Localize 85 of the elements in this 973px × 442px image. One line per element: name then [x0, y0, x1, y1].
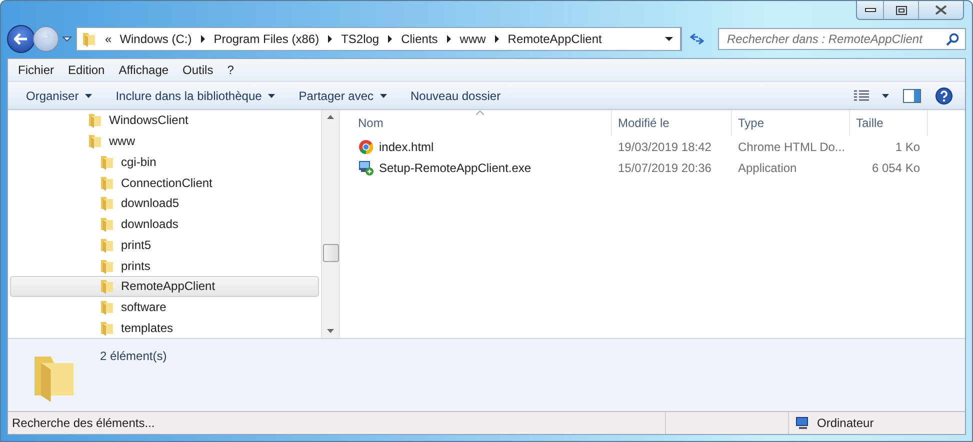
forward-arrow-icon	[39, 33, 53, 45]
location-label: Ordinateur	[817, 416, 874, 430]
tree-item[interactable]: print5	[10, 234, 319, 256]
browser-icon	[358, 138, 374, 154]
folder-icon	[99, 320, 115, 336]
back-arrow-icon	[14, 33, 28, 45]
table-cell-text: 15/07/2019 20:36	[617, 160, 712, 174]
item-count: 2 élément(s)	[100, 349, 167, 363]
maximize-icon	[896, 6, 906, 14]
tree-item[interactable]: downloads	[10, 214, 319, 234]
address-bar[interactable]: « Windows (C:) Program Files (x86) TS2log Clients www RemoteAppClient	[76, 27, 682, 51]
tree-item[interactable]: prints	[10, 255, 319, 276]
preview-pane-icon[interactable]	[903, 88, 921, 102]
menu-item[interactable]: Outils	[182, 63, 214, 77]
close-icon	[935, 5, 947, 15]
tree-item[interactable]: cgi-bin	[10, 151, 319, 172]
file-name: Setup-RemoteAppClient.exe	[379, 160, 532, 174]
search-icon	[946, 32, 959, 46]
tree-item[interactable]: WindowsClient	[10, 110, 319, 131]
tree-item[interactable]: templates	[10, 317, 319, 338]
scrollbar[interactable]	[321, 110, 339, 338]
column-header[interactable]: Modifié le	[612, 110, 732, 136]
installer-icon	[358, 160, 374, 176]
history-caret-icon[interactable]	[62, 36, 72, 42]
help-icon[interactable]	[935, 86, 953, 104]
breadcrumb-arrow-icon[interactable]	[387, 35, 394, 43]
file-row[interactable]: Setup-RemoteAppClient.exe 15/07/2019 20:36 Application 6 054 Ko	[352, 157, 965, 178]
table-cell-text: 19/03/2019 18:42	[617, 140, 712, 154]
menu-item[interactable]: Affichage	[118, 63, 169, 77]
table-cell-text: 6 054 Ko	[870, 160, 921, 174]
back-button[interactable]	[7, 25, 35, 53]
search-field[interactable]: Rechercher dans : RemoteAppClient	[718, 28, 966, 50]
folder-icon	[99, 258, 115, 274]
scroll-down-icon[interactable]	[327, 329, 334, 333]
overflow-chevron[interactable]: «	[105, 32, 112, 46]
tree-item[interactable]: ConnectionClient	[10, 172, 319, 193]
table-cell-text: 1 Ko	[894, 140, 921, 154]
folder-icon	[99, 195, 115, 212]
toolbar-button[interactable]: Nouveau dossier	[398, 84, 513, 108]
menu-item[interactable]: Edition	[68, 63, 105, 77]
minimize-icon	[864, 8, 876, 12]
column-header[interactable]: Nom	[352, 110, 612, 136]
dropdown-caret-icon[interactable]	[665, 37, 673, 41]
folder-icon	[99, 216, 115, 232]
folder-icon	[87, 112, 103, 128]
table-cell-text: Application	[737, 160, 798, 174]
refresh-icon	[690, 33, 704, 45]
menu-item[interactable]: Fichier	[18, 63, 54, 77]
caret-icon	[882, 94, 889, 98]
tree-item[interactable]: download5	[10, 192, 319, 214]
folder-icon	[99, 298, 115, 315]
table-cell-text: Chrome HTML Do...	[737, 140, 846, 154]
scroll-thumb[interactable]	[322, 244, 338, 262]
file-name: index.html	[379, 140, 434, 154]
folder-icon	[87, 133, 103, 150]
folder-icon	[99, 236, 115, 253]
column-header[interactable]: Type	[732, 110, 850, 136]
tree-item[interactable]: software	[10, 296, 319, 318]
tree-item[interactable]: www	[10, 130, 319, 152]
breadcrumb-arrow-icon[interactable]	[446, 35, 452, 43]
tree-item[interactable]: RemoteAppClient	[10, 276, 319, 297]
folder-icon	[81, 31, 97, 47]
breadcrumb[interactable]: TS2log	[341, 32, 380, 46]
menu-item[interactable]: ?	[227, 63, 234, 77]
toolbar-button[interactable]: Partager avec	[286, 84, 399, 108]
breadcrumb[interactable]: www	[460, 32, 486, 46]
breadcrumb[interactable]: Windows (C:)	[120, 32, 192, 46]
toolbar-button[interactable]: Organiser	[20, 84, 104, 108]
column-header[interactable]: Taille	[850, 110, 928, 136]
folder-icon	[99, 154, 115, 170]
scroll-up-icon[interactable]	[327, 115, 334, 119]
breadcrumb-arrow-icon[interactable]	[327, 35, 334, 43]
breadcrumb[interactable]: Clients	[401, 32, 438, 46]
computer-icon	[795, 416, 811, 430]
breadcrumb-arrow-icon[interactable]	[200, 35, 206, 43]
breadcrumb-arrow-icon[interactable]	[494, 35, 500, 43]
file-row[interactable]: index.html 19/03/2019 18:42 Chrome HTML Do... 1 Ko	[352, 136, 965, 157]
view-button[interactable]	[854, 90, 889, 102]
folder-icon	[99, 174, 115, 191]
breadcrumb[interactable]: Program Files (x86)	[214, 32, 320, 46]
folder-icon	[99, 278, 115, 294]
toolbar-button[interactable]: Inclure dans la bibliothèque	[104, 84, 287, 108]
list-view-icon	[854, 90, 870, 102]
status-message: Recherche des éléments...	[12, 416, 155, 430]
breadcrumb[interactable]: RemoteAppClient	[508, 32, 602, 46]
